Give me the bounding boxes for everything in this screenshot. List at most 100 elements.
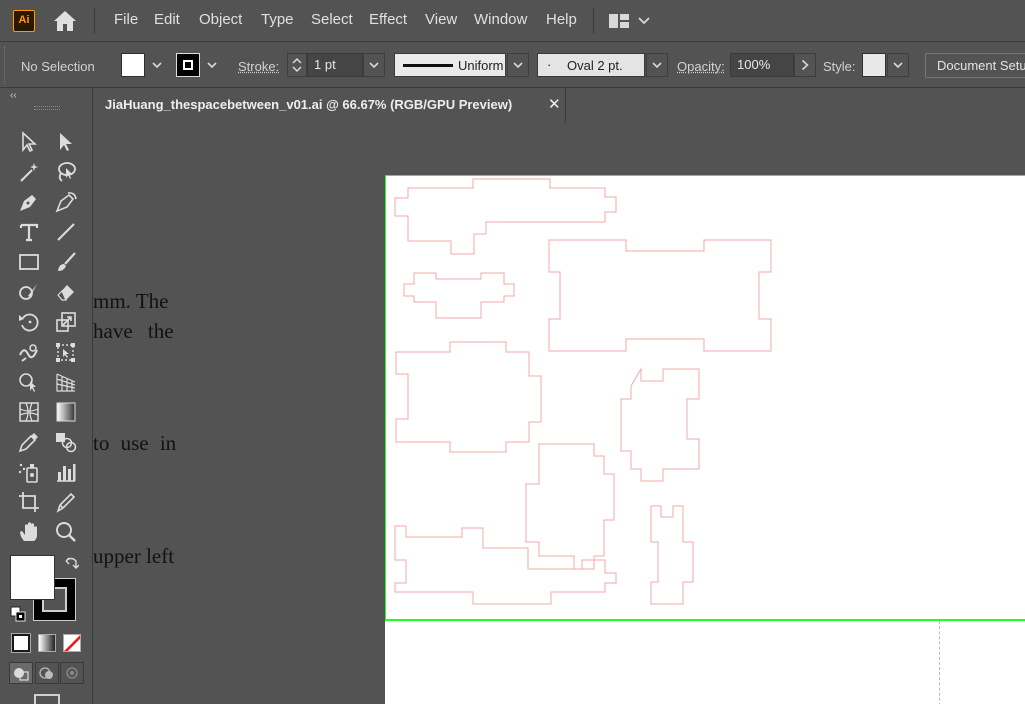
paintbrush-tool-icon[interactable] [51,248,81,276]
artboard-tool-icon[interactable] [14,488,44,516]
eyedropper-tool-icon[interactable] [14,428,44,456]
magic-wand-tool-icon[interactable] [14,158,44,186]
hand-tool-icon[interactable] [14,518,44,546]
style-label: Style: [823,59,856,74]
curvature-tool-icon[interactable] [51,188,81,216]
panel-grip[interactable] [34,106,60,110]
screen-mode-icon[interactable] [34,694,60,704]
menu-file[interactable]: File [114,11,138,28]
blend-tool-icon[interactable] [51,428,81,456]
control-bar: No Selection Stroke: 1 pt Uniform · Oval… [0,42,1025,88]
artboard[interactable] [385,175,1025,620]
fill-color-swatch-front[interactable] [10,555,55,600]
gradient-mode-icon[interactable] [38,634,56,652]
cut-piece [394,178,617,255]
tools-panel: ‹‹ [0,88,93,704]
cut-piece [394,525,617,605]
variable-width-profile[interactable]: Uniform [394,53,506,77]
menu-help[interactable]: Help [546,11,577,28]
document-tab-bar: JiaHuang_thespacebetween_v01.ai @ 66.67%… [93,88,1025,123]
symbol-sprayer-tool-icon[interactable] [14,458,44,486]
opacity-arrow-button[interactable] [794,53,816,77]
zoom-tool-icon[interactable] [51,518,81,546]
line-segment-tool-icon[interactable] [51,218,81,246]
scale-tool-icon[interactable] [51,308,81,336]
stroke-weight-stepper[interactable] [287,53,307,77]
dashed-guide [939,621,940,704]
direct-selection-tool-icon[interactable] [51,128,81,156]
menu-bar: Ai File Edit Object Type Select Effect V… [0,0,1025,42]
eraser-tool-icon[interactable] [51,278,81,306]
panel-grip[interactable] [4,46,7,84]
slice-tool-icon[interactable] [51,488,81,516]
collapse-panel-icon[interactable]: ‹‹ [10,90,17,101]
canvas-area[interactable]: mm. The have the to use in upper left [93,123,1025,704]
brush-label: Oval 2 pt. [567,58,623,73]
fill-swatch[interactable] [121,53,145,77]
cut-piece [395,341,542,453]
column-graph-tool-icon[interactable] [51,458,81,486]
brush-dropdown[interactable] [646,53,668,77]
menu-edit[interactable]: Edit [154,11,180,28]
default-fill-stroke-icon[interactable] [10,606,26,627]
brush-dot-icon: · [547,57,552,72]
draw-normal-icon[interactable] [9,662,33,684]
swap-fill-stroke-icon[interactable] [63,555,80,576]
workspace-switcher-icon[interactable] [608,12,652,30]
opacity-label[interactable]: Opacity: [677,59,725,74]
profile-line-icon [403,64,453,67]
rectangle-tool-icon[interactable] [14,248,44,276]
graphic-style-swatch[interactable] [862,53,886,77]
color-mode-icon[interactable] [11,633,31,653]
shaper-tool-icon[interactable] [14,278,44,306]
draw-inside-icon[interactable] [60,662,84,684]
background-text-line: mm. The [93,289,169,313]
stroke-weight-input[interactable]: 1 pt [307,53,363,77]
stroke-swatch[interactable] [176,53,200,77]
document-setup-button[interactable]: Document Setup [925,53,1025,78]
none-mode-icon[interactable] [63,634,81,652]
shape-builder-tool-icon[interactable] [14,368,44,396]
background-text-line: to use in [93,431,177,455]
gradient-tool-icon[interactable] [51,398,81,426]
background-text-line: upper left [93,544,175,568]
free-transform-tool-icon[interactable] [51,338,81,366]
graphic-style-dropdown[interactable] [887,53,909,77]
brush-definition[interactable]: · Oval 2 pt. [537,53,645,77]
menu-object[interactable]: Object [199,11,242,28]
stroke-weight-dropdown[interactable] [363,53,385,77]
cut-piece [548,239,772,352]
menu-separator [593,8,594,34]
menu-select[interactable]: Select [311,11,353,28]
selection-status: No Selection [21,59,95,74]
cut-piece [403,272,515,319]
document-tab[interactable]: JiaHuang_thespacebetween_v01.ai @ 66.67%… [93,88,566,123]
stroke-label[interactable]: Stroke: [238,59,279,74]
menu-window[interactable]: Window [474,11,527,28]
menu-view[interactable]: View [425,11,457,28]
stroke-swatch-inner [183,60,193,70]
close-icon[interactable]: ✕ [548,95,561,113]
profile-dropdown[interactable] [507,53,529,77]
stroke-dropdown[interactable] [201,53,222,77]
selection-tool-icon[interactable] [14,128,44,156]
rotate-tool-icon[interactable] [14,308,44,336]
perspective-grid-tool-icon[interactable] [51,368,81,396]
warp-tool-icon[interactable] [14,338,44,366]
menu-type[interactable]: Type [261,11,294,28]
app-logo[interactable]: Ai [13,10,35,32]
mesh-tool-icon[interactable] [14,398,44,426]
draw-behind-icon[interactable] [35,662,59,684]
type-tool-icon[interactable] [14,218,44,246]
fill-dropdown[interactable] [146,53,167,77]
menu-separator [94,8,95,34]
cut-pieces-artwork[interactable] [386,176,1025,621]
home-icon[interactable] [52,10,78,32]
opacity-input[interactable]: 100% [730,53,794,77]
artboard-2[interactable] [385,619,1025,704]
cut-piece [620,367,700,482]
menu-effect[interactable]: Effect [369,11,407,28]
lasso-tool-icon[interactable] [51,158,81,186]
cut-piece [650,505,694,605]
pen-tool-icon[interactable] [14,188,44,216]
